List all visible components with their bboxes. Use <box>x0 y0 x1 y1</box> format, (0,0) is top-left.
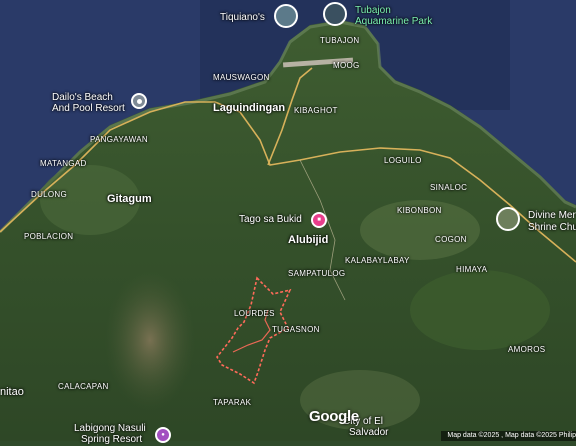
tiquianos-photo-pin[interactable] <box>274 4 298 28</box>
label-tiquianos[interactable]: Tiquiano's <box>220 12 265 24</box>
label-amoros: AMOROS <box>508 345 546 354</box>
label-kalabaylabay: KALABAYLABAY <box>345 256 410 265</box>
label-initao: nitao <box>0 386 24 398</box>
label-matangad: MATANGAD <box>40 159 87 168</box>
divine-mercy-photo-pin[interactable] <box>496 207 520 231</box>
label-tubajon-park-2[interactable]: Aquamarine Park <box>355 16 432 28</box>
label-dailo-2[interactable]: And Pool Resort <box>52 103 125 115</box>
label-moog: MOOG <box>333 61 360 70</box>
label-divine-2[interactable]: Shrine Chu <box>528 222 576 234</box>
label-taparak: TAPARAK <box>213 398 252 407</box>
label-dulong: DULONG <box>31 190 68 199</box>
label-labigong-2[interactable]: Spring Resort <box>81 434 142 446</box>
label-tugasnon: TUGASNON <box>272 325 320 334</box>
label-labigong-1[interactable]: Labigong Nasuli <box>74 423 146 435</box>
label-mauswagon: MAUSWAGON <box>213 73 270 82</box>
dailo-pin[interactable] <box>131 93 147 109</box>
label-sampatulog: SAMPATULOG <box>288 269 346 278</box>
camera-icon: ● <box>161 432 165 438</box>
label-laguindingan: Laguindingan <box>213 102 286 114</box>
tubajon-photo-pin[interactable] <box>323 2 347 26</box>
label-himaya: HIMAYA <box>456 265 488 274</box>
pin-dot-icon <box>136 98 142 104</box>
label-tubajon-park-1[interactable]: Tubajon <box>355 5 391 17</box>
google-logo: Google <box>309 408 359 425</box>
label-calacapan: CALACAPAN <box>58 382 109 391</box>
label-tago[interactable]: Tago sa Bukid <box>239 214 302 226</box>
label-pangayawan: PANGAYAWAN <box>90 135 148 144</box>
label-dailo-1[interactable]: Dailo's Beach <box>52 92 113 104</box>
label-gitagum: Gitagum <box>107 193 152 205</box>
label-cogon: COGON <box>435 235 467 244</box>
label-tubajon: TUBAJON <box>320 36 360 45</box>
label-lourdes: LOURDES <box>234 309 275 318</box>
light-patch <box>105 270 195 410</box>
label-kibonbon: KIBONBON <box>397 206 442 215</box>
light-patch <box>410 270 550 350</box>
label-el-salvador-2: Salvador <box>349 427 389 438</box>
label-loguilo: LOGUILO <box>384 156 422 165</box>
label-alubijid: Alubijid <box>288 234 329 246</box>
lodging-icon: ■ <box>317 217 321 223</box>
label-divine-1[interactable]: Divine Mer <box>528 210 576 222</box>
tago-pin[interactable]: ■ <box>311 212 327 228</box>
label-poblacion: POBLACION <box>24 232 74 241</box>
map-attribution[interactable]: Map data ©2025 , Map data ©2025 Philip <box>441 431 576 441</box>
label-kibaghot: KIBAGHOT <box>294 106 338 115</box>
label-sinaloc: SINALOC <box>430 183 468 192</box>
